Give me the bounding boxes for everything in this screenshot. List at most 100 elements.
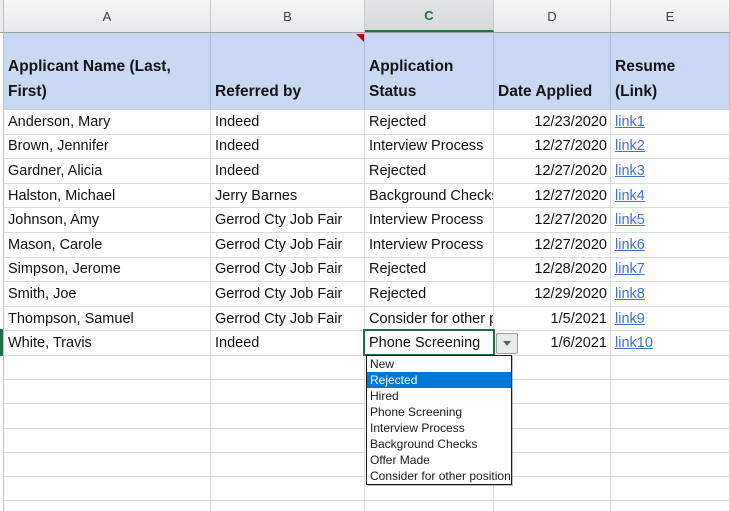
cell-date-applied[interactable]: 1/5/2021 [494,307,611,332]
empty-cell[interactable] [494,501,611,511]
dropdown-item[interactable]: New [367,356,511,372]
cell-referred-by[interactable]: Gerrod Cty Job Fair [211,233,365,258]
dropdown-item[interactable]: Background Checks [367,436,511,452]
empty-cell[interactable] [211,477,365,501]
table-row: Halston, Michael Jerry Barnes Background… [4,184,730,209]
empty-cell[interactable] [4,356,211,380]
cell-applicant-name[interactable]: Mason, Carole [4,233,211,258]
empty-cell[interactable] [611,404,730,428]
header-application-status[interactable]: Application Status [365,33,494,110]
cell-date-applied[interactable]: 12/28/2020 [494,258,611,283]
empty-cell[interactable] [211,380,365,404]
header-resume-link[interactable]: Resume (Link) [611,33,730,110]
cell-application-status[interactable]: Rejected [365,110,494,135]
column-header-strip: A B C D E [0,0,730,33]
empty-cell[interactable] [4,380,211,404]
cell-resume-link[interactable]: link10 [611,331,730,356]
cell-applicant-name[interactable]: Smith, Joe [4,282,211,307]
empty-cell[interactable] [611,356,730,380]
empty-cell[interactable] [211,453,365,477]
dropdown-item[interactable]: Consider for other positions [367,468,511,484]
cell-applicant-name[interactable]: Johnson, Amy [4,208,211,233]
cell-resume-link[interactable]: link1 [611,110,730,135]
column-header-b[interactable]: B [211,0,365,32]
dropdown-item[interactable]: Phone Screening [367,404,511,420]
cell-referred-by[interactable]: Gerrod Cty Job Fair [211,282,365,307]
cell-application-status[interactable]: Phone Screening [365,331,494,356]
empty-cell[interactable] [4,501,211,511]
cell-application-status[interactable]: Interview Process [365,135,494,160]
empty-cell[interactable] [365,501,494,511]
cell-applicant-name[interactable]: Brown, Jennifer [4,135,211,160]
cell-referred-by[interactable]: Gerrod Cty Job Fair [211,307,365,332]
cell-resume-link[interactable]: link2 [611,135,730,160]
cell-resume-link[interactable]: link7 [611,258,730,283]
cell-date-applied[interactable]: 12/27/2020 [494,184,611,209]
column-header-c[interactable]: C [365,0,494,32]
cell-resume-link[interactable]: link8 [611,282,730,307]
empty-cell[interactable] [611,453,730,477]
table-row: Johnson, Amy Gerrod Cty Job Fair Intervi… [4,208,730,233]
empty-cell[interactable] [4,477,211,501]
empty-cell[interactable] [611,429,730,453]
cell-application-status[interactable]: Rejected [365,258,494,283]
cell-application-status[interactable]: Background Checks [365,184,494,209]
cell-referred-by[interactable]: Gerrod Cty Job Fair [211,258,365,283]
empty-cell[interactable] [4,453,211,477]
empty-cell[interactable] [611,501,730,511]
cell-referred-by[interactable]: Indeed [211,331,365,356]
table-row: Smith, Joe Gerrod Cty Job Fair Rejected … [4,282,730,307]
cell-application-status[interactable]: Consider for other positions [365,307,494,332]
cell-date-applied[interactable]: 12/23/2020 [494,110,611,135]
cell-referred-by[interactable]: Gerrod Cty Job Fair [211,208,365,233]
cell-application-status[interactable]: Rejected [365,159,494,184]
cell-applicant-name[interactable]: Halston, Michael [4,184,211,209]
cell-resume-link[interactable]: link4 [611,184,730,209]
cell-applicant-name[interactable]: Thompson, Samuel [4,307,211,332]
cell-referred-by[interactable]: Jerry Barnes [211,184,365,209]
empty-cell[interactable] [211,404,365,428]
cell-referred-by[interactable]: Indeed [211,135,365,160]
cell-date-applied[interactable]: 12/27/2020 [494,233,611,258]
cell-application-status[interactable]: Interview Process [365,208,494,233]
cell-resume-link[interactable]: link6 [611,233,730,258]
cell-referred-by[interactable]: Indeed [211,110,365,135]
empty-cell[interactable] [211,429,365,453]
cell-referred-by[interactable]: Indeed [211,159,365,184]
empty-cell[interactable] [4,404,211,428]
table-row: Mason, Carole Gerrod Cty Job Fair Interv… [4,233,730,258]
cell-applicant-name[interactable]: Gardner, Alicia [4,159,211,184]
column-header-e[interactable]: E [611,0,730,32]
dropdown-item[interactable]: Hired [367,388,511,404]
dropdown-item[interactable]: Rejected [367,372,511,388]
header-referred-by[interactable]: Referred by [211,33,365,110]
empty-cell[interactable] [211,356,365,380]
cell-application-status[interactable]: Interview Process [365,233,494,258]
left-grid-edge [3,0,4,511]
cell-resume-link[interactable]: link5 [611,208,730,233]
empty-cell[interactable] [611,380,730,404]
column-header-d[interactable]: D [494,0,611,32]
cell-date-applied[interactable]: 12/27/2020 [494,135,611,160]
column-header-a[interactable]: A [4,0,211,32]
empty-cell[interactable] [611,477,730,501]
header-date-applied[interactable]: Date Applied [494,33,611,110]
header-applicant-name[interactable]: Applicant Name (Last, First) [4,33,211,110]
dropdown-item[interactable]: Interview Process [367,420,511,436]
cell-resume-link[interactable]: link3 [611,159,730,184]
cell-applicant-name[interactable]: White, Travis [4,331,211,356]
dropdown-arrow-button[interactable] [496,333,518,354]
cell-date-applied[interactable]: 12/27/2020 [494,159,611,184]
empty-cell[interactable] [211,501,365,511]
cell-date-applied[interactable]: 12/27/2020 [494,208,611,233]
selected-row-indicator [0,329,3,356]
table-row: Thompson, Samuel Gerrod Cty Job Fair Con… [4,307,730,332]
cell-applicant-name[interactable]: Anderson, Mary [4,110,211,135]
cell-application-status[interactable]: Rejected [365,282,494,307]
cell-resume-link[interactable]: link9 [611,307,730,332]
cell-date-applied[interactable]: 12/29/2020 [494,282,611,307]
cell-applicant-name[interactable]: Simpson, Jerome [4,258,211,283]
dropdown-item[interactable]: Offer Made [367,452,511,468]
table-row: Gardner, Alicia Indeed Rejected 12/27/20… [4,159,730,184]
empty-cell[interactable] [4,429,211,453]
